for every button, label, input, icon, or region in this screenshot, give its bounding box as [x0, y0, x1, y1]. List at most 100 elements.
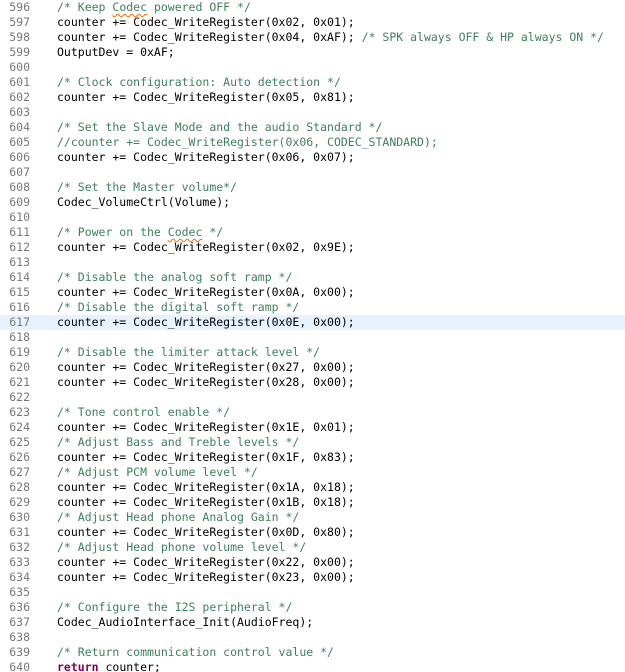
- code-comment: /* Disable the limiter attack level */: [57, 345, 321, 359]
- code-line[interactable]: 609 Codec_VolumeCtrl(Volume);: [0, 195, 625, 210]
- code-line[interactable]: 631 counter += Codec_WriteRegister(0x0D, …: [0, 525, 625, 540]
- code-editor[interactable]: 596 /* Keep Codec powered OFF */ 597 counte…: [0, 0, 625, 672]
- code-line[interactable]: 623 /* Tone control enable */: [0, 405, 625, 420]
- code-line[interactable]: 596 /* Keep Codec powered OFF */: [0, 0, 625, 15]
- code-comment: */: [202, 225, 224, 239]
- code-line[interactable]: 620 counter += Codec_WriteRegister(0x27, …: [0, 360, 625, 375]
- code-line[interactable]: 598 counter += Codec_WriteRegister(0x04, …: [0, 30, 625, 45]
- code-line[interactable]: 597 counter += Codec_WriteRegister(0x02, …: [0, 15, 625, 30]
- code-text: /* Return communication control value */: [57, 645, 334, 660]
- code-line[interactable]: 607: [0, 165, 625, 180]
- code-line[interactable]: 611 /* Power on the Codec */: [0, 225, 625, 240]
- code-comment: /* Return communication control value */: [57, 645, 334, 659]
- code-line[interactable]: 616 /* Disable the digital soft ramp */: [0, 300, 625, 315]
- line-number: 617: [9, 315, 30, 329]
- line-number: 613: [9, 255, 30, 269]
- line-number: 611: [9, 225, 30, 239]
- code-line[interactable]: 606 counter += Codec_WriteRegister(0x06, …: [0, 150, 625, 165]
- code-token: Codec_AudioInterface_Init(AudioFreq);: [57, 615, 314, 629]
- code-text: /* Adjust Bass and Treble levels */: [57, 435, 299, 450]
- code-line[interactable]: 637 Codec_AudioInterface_Init(AudioFreq);: [0, 615, 625, 630]
- code-line[interactable]: 629 counter += Codec_WriteRegister(0x1B, …: [0, 495, 625, 510]
- code-line[interactable]: 638: [0, 630, 625, 645]
- code-comment: /* Clock configuration: Auto detection *…: [57, 75, 341, 89]
- code-line[interactable]: 610: [0, 210, 625, 225]
- line-number: 628: [9, 480, 30, 494]
- code-text: counter += Codec_WriteRegister(0x04, 0xA…: [57, 30, 604, 45]
- code-line[interactable]: 618: [0, 330, 625, 345]
- code-line[interactable]: 628 counter += Codec_WriteRegister(0x1A, …: [0, 480, 625, 495]
- code-comment: Codec: [112, 0, 148, 14]
- code-token: counter += Codec_WriteRegister(0x28, 0x0…: [57, 375, 355, 389]
- code-text: counter += Codec_WriteRegister(0x06, 0x0…: [57, 150, 355, 165]
- code-token: counter += Codec_WriteRegister(0x1A, 0x1…: [57, 480, 355, 494]
- code-line[interactable]: 615 counter += Codec_WriteRegister(0x0A, …: [0, 285, 625, 300]
- line-number: 623: [9, 405, 30, 419]
- line-number: 610: [9, 210, 30, 224]
- line-number: 640: [9, 660, 30, 672]
- code-line[interactable]: 627 /* Adjust PCM volume level */: [0, 465, 625, 480]
- code-line[interactable]: 619 /* Disable the limiter attack level *…: [0, 345, 625, 360]
- code-line[interactable]: 640 return counter;: [0, 660, 625, 672]
- code-line[interactable]: 632 /* Adjust Head phone volume level */: [0, 540, 625, 555]
- code-text: counter += Codec_WriteRegister(0x05, 0x8…: [57, 90, 355, 105]
- code-text: /* Tone control enable */: [57, 405, 230, 420]
- code-token: counter += Codec_WriteRegister(0x04, 0xA…: [57, 30, 362, 44]
- code-comment: /* Adjust PCM volume level */: [57, 465, 258, 479]
- code-line[interactable]: 621 counter += Codec_WriteRegister(0x28, …: [0, 375, 625, 390]
- code-line[interactable]: 603: [0, 105, 625, 120]
- code-comment: /* Set the Master volume*/: [57, 180, 238, 194]
- code-line[interactable]: 617 counter += Codec_WriteRegister(0x0E, …: [0, 315, 625, 330]
- code-line[interactable]: 599 OutputDev = 0xAF;: [0, 45, 625, 60]
- line-number: 615: [9, 285, 30, 299]
- line-number: 631: [9, 525, 30, 539]
- line-number: 632: [9, 540, 30, 554]
- code-line[interactable]: 601 /* Clock configuration: Auto detectio…: [0, 75, 625, 90]
- code-line[interactable]: 605 //counter += Codec_WriteRegister(0x06…: [0, 135, 625, 150]
- line-number: 626: [9, 450, 30, 464]
- line-number: 602: [9, 90, 30, 104]
- code-text: return counter;: [57, 660, 161, 672]
- code-line[interactable]: 624 counter += Codec_WriteRegister(0x1E, …: [0, 420, 625, 435]
- line-number: 619: [9, 345, 30, 359]
- line-number: 604: [9, 120, 30, 134]
- code-comment: /* Adjust Head phone volume level */: [57, 540, 307, 554]
- code-line[interactable]: 634 counter += Codec_WriteRegister(0x23, …: [0, 570, 625, 585]
- code-line[interactable]: 602 counter += Codec_WriteRegister(0x05, …: [0, 90, 625, 105]
- code-text: /* Disable the limiter attack level */: [57, 345, 320, 360]
- code-line[interactable]: 612 counter += Codec_WriteRegister(0x02, …: [0, 240, 625, 255]
- line-number: 633: [9, 555, 30, 569]
- code-text: /* Set the Slave Mode and the audio Stan…: [57, 120, 382, 135]
- code-text: Codec_VolumeCtrl(Volume);: [57, 195, 230, 210]
- code-comment: /* Adjust Head phone Analog Gain */: [57, 510, 300, 524]
- line-number: 612: [9, 240, 30, 254]
- code-line[interactable]: 630 /* Adjust Head phone Analog Gain */: [0, 510, 625, 525]
- code-token: counter += Codec_WriteRegister(0x23, 0x0…: [57, 570, 355, 584]
- code-text: counter += Codec_WriteRegister(0x1E, 0x0…: [57, 420, 355, 435]
- code-line[interactable]: 614 /* Disable the analog soft ramp */: [0, 270, 625, 285]
- code-line[interactable]: 633 counter += Codec_WriteRegister(0x22, …: [0, 555, 625, 570]
- code-comment: /* Keep: [57, 0, 113, 14]
- line-number: 622: [9, 390, 30, 404]
- code-line[interactable]: 604 /* Set the Slave Mode and the audio S…: [0, 120, 625, 135]
- code-line[interactable]: 635: [0, 585, 625, 600]
- code-comment: Codec: [167, 225, 203, 239]
- code-line[interactable]: 600: [0, 60, 625, 75]
- line-number: 600: [9, 60, 30, 74]
- code-comment: /* Adjust Bass and Treble levels */: [57, 435, 300, 449]
- code-line[interactable]: 626 counter += Codec_WriteRegister(0x1F, …: [0, 450, 625, 465]
- code-token: counter += Codec_WriteRegister(0x27, 0x0…: [57, 360, 355, 374]
- code-line[interactable]: 639 /* Return communication control value…: [0, 645, 625, 660]
- code-line[interactable]: 625 /* Adjust Bass and Treble levels */: [0, 435, 625, 450]
- code-text: /* Power on the Codec */: [57, 225, 223, 240]
- code-line[interactable]: 608 /* Set the Master volume*/: [0, 180, 625, 195]
- code-comment: /* Disable the digital soft ramp */: [57, 300, 300, 314]
- code-text: counter += Codec_WriteRegister(0x1F, 0x8…: [57, 450, 355, 465]
- code-line[interactable]: 613: [0, 255, 625, 270]
- line-number: 616: [9, 300, 30, 314]
- code-line[interactable]: 622: [0, 390, 625, 405]
- code-text: OutputDev = 0xAF;: [57, 45, 175, 60]
- code-line[interactable]: 636 /* Configure the I2S peripheral */: [0, 600, 625, 615]
- line-number: 606: [9, 150, 30, 164]
- code-text: counter += Codec_WriteRegister(0x22, 0x0…: [57, 555, 355, 570]
